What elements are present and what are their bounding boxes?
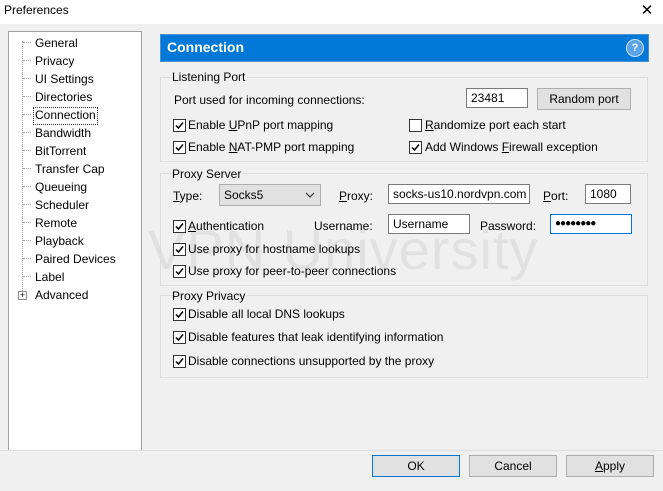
- tree-item-label[interactable]: Label: [34, 269, 65, 285]
- password-label: Password:: [480, 219, 537, 233]
- proxy-host-label: Proxy:: [339, 189, 374, 203]
- authentication-checkbox[interactable]: [173, 220, 186, 233]
- section-header: Connection ?: [160, 34, 649, 62]
- listening-port-input[interactable]: 23481: [466, 88, 528, 108]
- tree-connector: [23, 132, 31, 133]
- tree-connector: [23, 78, 31, 79]
- tree-item-general[interactable]: General: [34, 35, 79, 51]
- port-label: Port used for incoming connections:: [174, 93, 365, 107]
- footer-separator: [0, 450, 663, 451]
- username-input[interactable]: Username: [388, 214, 470, 234]
- proxy-port-input[interactable]: 1080: [585, 184, 631, 204]
- tree-item-connection[interactable]: Connection: [33, 107, 98, 125]
- tree-item-paired-devices[interactable]: Paired Devices: [34, 251, 117, 267]
- random-port-button[interactable]: Random port: [537, 88, 631, 110]
- disable-unsupported-checkbox[interactable]: [173, 355, 186, 368]
- randomize-port-label: Randomize port each start: [425, 118, 566, 132]
- firewall-label: Add Windows Firewall exception: [425, 140, 598, 154]
- proxy-type-value: Socks5: [224, 188, 264, 202]
- p2p-proxy-label: Use proxy for peer-to-peer connections: [188, 264, 397, 278]
- proxy-server-title: Proxy Server: [172, 167, 244, 181]
- disable-unsupported-label: Disable connections unsupported by the p…: [188, 354, 435, 368]
- firewall-checkbox[interactable]: [409, 141, 422, 154]
- tree-item-bittorrent[interactable]: BitTorrent: [34, 143, 87, 159]
- randomize-port-checkbox[interactable]: [409, 119, 422, 132]
- checkmark-icon: [411, 144, 420, 152]
- tree-connector: [23, 240, 31, 241]
- checkmark-icon: [175, 144, 184, 152]
- disable-leak-checkbox[interactable]: [173, 331, 186, 344]
- tree-connector: [23, 42, 31, 43]
- tree-item-playback[interactable]: Playback: [34, 233, 85, 249]
- ok-button[interactable]: OK: [372, 455, 460, 477]
- disable-leak-label: Disable features that leak identifying i…: [188, 330, 444, 344]
- chevron-down-icon: [305, 192, 315, 198]
- expand-plus-icon[interactable]: +: [18, 291, 27, 300]
- tree-connector: [23, 150, 31, 151]
- checkmark-icon: [175, 311, 184, 319]
- section-title: Connection: [167, 39, 244, 55]
- authentication-label: Authentication: [188, 219, 265, 233]
- tree-connector: [23, 60, 31, 61]
- tree-item-queueing[interactable]: Queueing: [34, 179, 88, 195]
- tree-item-ui-settings[interactable]: UI Settings: [34, 71, 95, 87]
- tree-connector: [23, 204, 31, 205]
- tree-item-transfer-cap[interactable]: Transfer Cap: [34, 161, 106, 177]
- password-input[interactable]: ●●●●●●●●: [550, 214, 632, 234]
- p2p-proxy-checkbox[interactable]: [173, 265, 186, 278]
- checkmark-icon: [175, 246, 184, 254]
- tree-connector: [23, 186, 31, 187]
- tree-connector: [23, 222, 31, 223]
- username-label: Username:: [314, 219, 373, 233]
- proxy-privacy-title: Proxy Privacy: [172, 289, 248, 303]
- natpmp-label: Enable NAT-PMP port mapping: [188, 140, 355, 154]
- checkmark-icon: [175, 223, 184, 231]
- tree-connector: [23, 96, 31, 97]
- close-icon[interactable]: ✕: [636, 1, 658, 21]
- tree-item-remote[interactable]: Remote: [34, 215, 78, 231]
- cancel-button[interactable]: Cancel: [469, 455, 557, 477]
- tree-item-bandwidth[interactable]: Bandwidth: [34, 125, 92, 141]
- tree-item-privacy[interactable]: Privacy: [34, 53, 75, 69]
- checkmark-icon: [175, 334, 184, 342]
- disable-dns-checkbox[interactable]: [173, 308, 186, 321]
- help-icon[interactable]: ?: [626, 39, 644, 57]
- apply-button[interactable]: Apply: [566, 455, 654, 477]
- checkmark-icon: [175, 358, 184, 366]
- upnp-checkbox[interactable]: [173, 119, 186, 132]
- tree-item-advanced[interactable]: Advanced: [34, 287, 89, 303]
- proxy-host-input[interactable]: socks-us10.nordvpn.com: [388, 184, 530, 204]
- hostname-lookups-label: Use proxy for hostname lookups: [188, 242, 361, 256]
- proxy-port-label: Port:: [543, 189, 569, 203]
- proxy-type-label: Type:: [173, 189, 203, 203]
- tree-connector: [23, 276, 31, 277]
- listening-port-title: Listening Port: [172, 70, 248, 84]
- checkmark-icon: [175, 122, 184, 130]
- hostname-lookups-checkbox[interactable]: [173, 243, 186, 256]
- preferences-tree[interactable]: General Privacy UI Settings Directories …: [8, 31, 142, 451]
- upnp-label: Enable UPnP port mapping: [188, 118, 334, 132]
- window-title: Preferences: [4, 3, 69, 17]
- tree-connector: [23, 114, 31, 115]
- tree-item-scheduler[interactable]: Scheduler: [34, 197, 90, 213]
- title-bar: Preferences ✕: [0, 0, 663, 24]
- proxy-type-select[interactable]: Socks5: [219, 184, 321, 206]
- tree-item-directories[interactable]: Directories: [34, 89, 93, 105]
- natpmp-checkbox[interactable]: [173, 141, 186, 154]
- disable-dns-label: Disable all local DNS lookups: [188, 307, 345, 321]
- checkmark-icon: [175, 268, 184, 276]
- tree-connector: [23, 168, 31, 169]
- tree-connector: [23, 258, 31, 259]
